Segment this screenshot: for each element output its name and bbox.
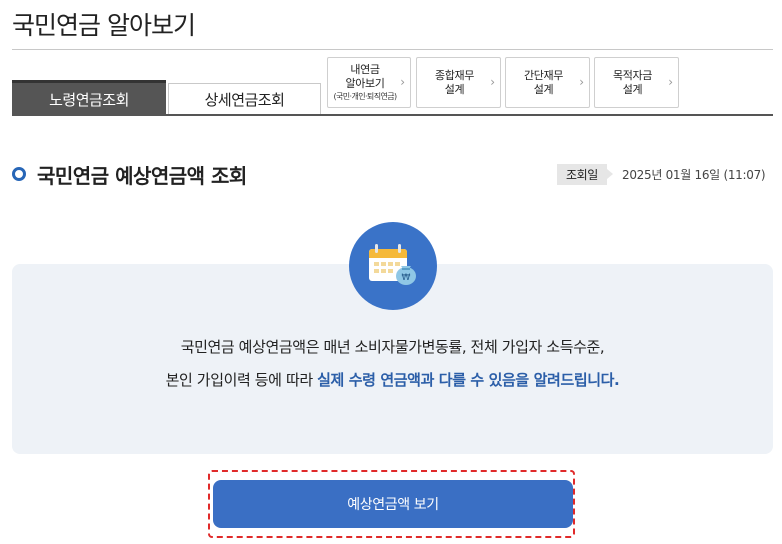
link-total-finance-plan[interactable]: 종합재무 설계 › xyxy=(416,57,501,108)
link-simple-finance-line2: 설계 xyxy=(533,82,554,96)
link-purpose-fund-line2: 설계 xyxy=(622,82,643,96)
link-purpose-fund-line1: 목적자금 xyxy=(613,68,652,82)
link-my-pension-line1: 내연금 xyxy=(350,63,380,76)
chevron-right-icon: › xyxy=(579,75,584,89)
section-title: 국민연금 예상연금액 조회 xyxy=(37,164,247,188)
date-label-badge: 조회일 xyxy=(557,164,613,185)
link-total-finance-line2: 설계 xyxy=(444,82,465,96)
tab-detailed-pension[interactable]: 상세연금조회 xyxy=(168,83,321,115)
svg-text:₩: ₩ xyxy=(402,273,411,283)
tab-underline xyxy=(12,114,773,116)
info-text-line2: 본인 가입이력 등에 따라 실제 수령 연금액과 다를 수 있음을 알려드립니다… xyxy=(12,369,773,390)
page-title: 국민연금 알아보기 xyxy=(12,11,196,40)
link-my-pension-line2: 알아보기 xyxy=(345,77,385,90)
title-divider xyxy=(12,49,773,50)
section-bullet-icon xyxy=(12,167,26,181)
link-simple-finance-line1: 간단재무 xyxy=(524,68,563,82)
link-total-finance-line1: 종합재무 xyxy=(435,68,474,82)
page: 국민연금 알아보기 노령연금조회 상세연금조회 내연금 알아보기 (국민·개인·… xyxy=(0,0,782,544)
chevron-right-icon: › xyxy=(400,75,405,89)
query-date: 2025년 01월 16일 (11:07) xyxy=(622,168,766,182)
chevron-right-icon: › xyxy=(668,75,673,89)
link-my-pension[interactable]: 내연금 알아보기 (국민·개인·퇴직연금) › xyxy=(327,57,411,108)
calendar-moneybag-icon: ₩ xyxy=(349,222,437,310)
info-text-line1: 국민연금 예상연금액은 매년 소비자물가변동률, 전체 가입자 소득수준, xyxy=(180,338,605,356)
view-estimated-pension-button[interactable]: 예상연금액 보기 xyxy=(213,480,573,528)
info-text-highlight: 실제 수령 연금액과 다를 수 있음을 알려드립니다. xyxy=(317,371,620,389)
tab-basic-pension[interactable]: 노령연금조회 xyxy=(12,80,166,115)
link-my-pension-sub: (국민·개인·퇴직연금) xyxy=(333,92,397,101)
chevron-right-icon: › xyxy=(490,75,495,89)
link-simple-finance-plan[interactable]: 간단재무 설계 › xyxy=(505,57,590,108)
link-purpose-fund-plan[interactable]: 목적자금 설계 › xyxy=(594,57,679,108)
info-text-plain: 본인 가입이력 등에 따라 xyxy=(165,371,318,389)
